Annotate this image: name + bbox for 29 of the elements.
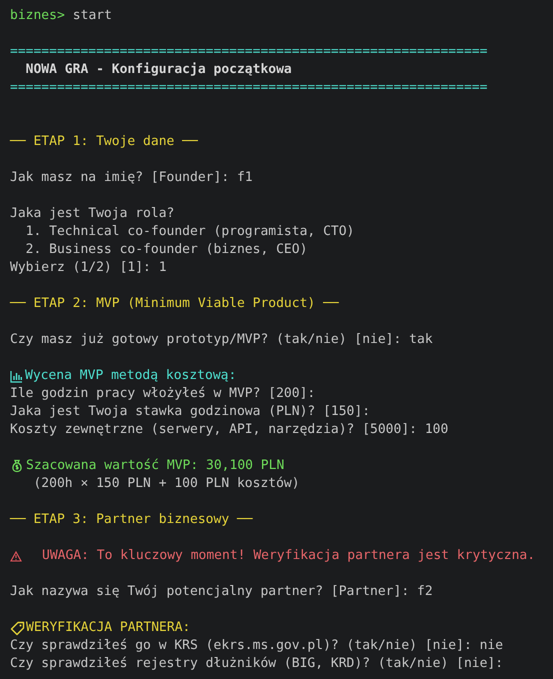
- stage-heading: ── ETAP 1: Twoje dane ──: [10, 134, 198, 149]
- output-text: 2. Business co-founder (biznes, CEO): [24, 242, 308, 257]
- command-text: start: [72, 7, 112, 25]
- stage-heading: ── ETAP 3: Partner biznesowy ──: [10, 512, 253, 527]
- output-text: Czy masz już gotowy prototyp/MVP? (tak/nie) [nie]: tak: [10, 332, 433, 347]
- bar-chart-icon: [10, 370, 23, 382]
- section-heading: Wycena MVP metodą kosztową:: [25, 367, 236, 385]
- output-text: 1. Technical co-founder (programista, CTO): [24, 224, 354, 239]
- output-text: Czy sprawdziłeś rejestry dłużników (BIG, KRD)? (tak/nie) [nie]:: [10, 656, 504, 671]
- warning-icon: [10, 550, 22, 562]
- rule-line: =============================================================: [10, 80, 488, 95]
- output-text: Jak masz na imię? [Founder]: f1: [10, 170, 253, 185]
- tag-icon: [10, 620, 25, 636]
- stage-heading: ── ETAP 2: MVP (Minimum Viable Product) ──: [10, 296, 339, 311]
- output-text: Jak nazywa się Twój potencjalny partner? [Partner]: f2: [10, 584, 433, 599]
- output-text: Jaka jest Twoja rola?: [10, 206, 174, 221]
- output-text: Czy sprawdziłeś go w KRS (ekrs.ms.gov.pl)? (tak/nie) [nie]: nie: [10, 638, 504, 653]
- rule-line: =============================================================: [10, 44, 488, 59]
- warning-text: UWAGA: To kluczowy moment! Weryfikacja partnera jest krytyczna.: [42, 547, 536, 565]
- section-heading: WERYFIKACJA PARTNERA:: [26, 619, 190, 637]
- output-text: Ile godzin pracy włożyłeś w MVP? [200]:: [10, 386, 316, 401]
- prompt: biznes>: [10, 7, 65, 25]
- money-bag-icon: [10, 459, 24, 473]
- result-text: Szacowana wartość MVP: 30,100 PLN: [26, 457, 284, 475]
- output-text: Wybierz (1/2) [1]: 1: [10, 260, 167, 275]
- output-text: Koszty zewnętrzne (serwery, API, narzędzia)? [5000]: 100: [10, 422, 448, 437]
- output-text: Jaka jest Twoja stawka godzinowa (PLN)? [150]:: [10, 404, 370, 419]
- output-text: (200h × 150 PLN + 100 PLN kosztów): [32, 476, 300, 491]
- banner-title: NOWA GRA - Konfiguracja początkowa: [24, 62, 292, 77]
